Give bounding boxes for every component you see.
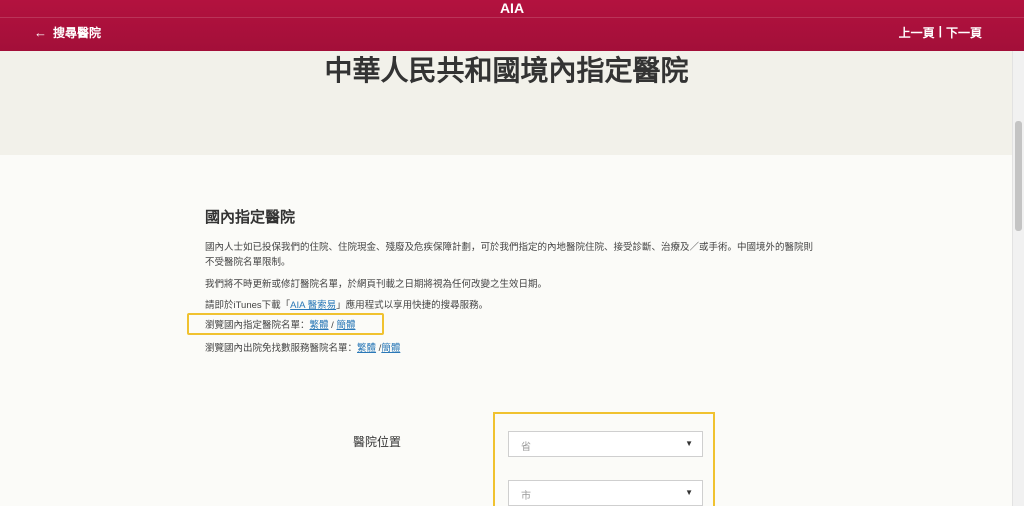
scrollbar-thumb[interactable] <box>1015 121 1022 231</box>
caret-down-icon: ▼ <box>685 488 693 497</box>
arrow-left-icon: ← <box>34 24 47 40</box>
page-title: 中華人民共和國境內指定醫院 <box>324 54 689 87</box>
app-download-prefix: 請即於iTunes下載「 <box>205 300 291 311</box>
update-notice-paragraph: 我們將不時更新或修訂醫院名單，於網頁刊載之日期將視為任何改變之生效日期。 <box>205 279 548 290</box>
vertical-scrollbar[interactable] <box>1012 51 1024 506</box>
city-select-value: 市 <box>521 491 531 502</box>
pager-separator: | <box>938 24 942 38</box>
hospital-location-label: 醫院位置 <box>353 435 402 449</box>
next-page-link[interactable]: 下一頁 <box>946 24 982 41</box>
hospital-list-paragraph: 瀏覽國內指定醫院名單：繁體 / 簡體 <box>205 318 815 333</box>
cashless-list-simplified-link[interactable]: 簡體 <box>381 343 400 354</box>
app-download-suffix: 」應用程式以享用快捷的搜尋服務。 <box>336 300 489 311</box>
prev-page-link[interactable]: 上一頁 <box>899 24 935 41</box>
hospital-list-traditional-link[interactable]: 繁體 <box>310 320 329 331</box>
back-button-label: 搜尋醫院 <box>53 26 102 40</box>
hero-band: 中華人民共和國境內指定醫院 <box>0 51 1013 155</box>
page: AIA ← 搜尋醫院 上一頁 | 下一頁 中華人民共和國境內指定醫院 國內指定醫… <box>0 0 1024 506</box>
cashless-list-paragraph: 瀏覽國內出院免找數服務醫院名單：繁體 /簡體 <box>205 341 815 356</box>
intro-paragraph: 國內人士如已投保我們的住院、住院現金、殘廢及危疾保障計劃，可於我們指定的內地醫院… <box>205 242 814 268</box>
section-title: 國內指定醫院 <box>205 209 296 226</box>
province-select-value: 省 <box>521 442 531 453</box>
hospital-list-simplified-link[interactable]: 簡體 <box>336 320 355 331</box>
top-bar-divider <box>0 17 1024 18</box>
cashless-list-traditional-link[interactable]: 繁體 <box>357 343 376 354</box>
app-download-paragraph: 請即於iTunes下載「AIA 醫索易」應用程式以享用快捷的搜尋服務。 <box>205 298 815 313</box>
top-bar: AIA ← 搜尋醫院 上一頁 | 下一頁 <box>0 0 1024 51</box>
city-select[interactable]: 市 ▼ <box>508 480 703 506</box>
brand-logo-text: AIA <box>499 0 525 16</box>
back-button[interactable]: ← 搜尋醫院 <box>34 24 101 41</box>
caret-down-icon: ▼ <box>685 439 693 448</box>
province-select[interactable]: 省 ▼ <box>508 431 703 457</box>
hospital-list-prefix: 瀏覽國內指定醫院名單： <box>205 320 310 331</box>
cashless-list-prefix: 瀏覽國內出院免找數服務醫院名單： <box>205 343 358 354</box>
pager: 上一頁 | 下一頁 <box>899 24 982 41</box>
aia-app-link[interactable]: AIA 醫索易 <box>290 300 336 311</box>
